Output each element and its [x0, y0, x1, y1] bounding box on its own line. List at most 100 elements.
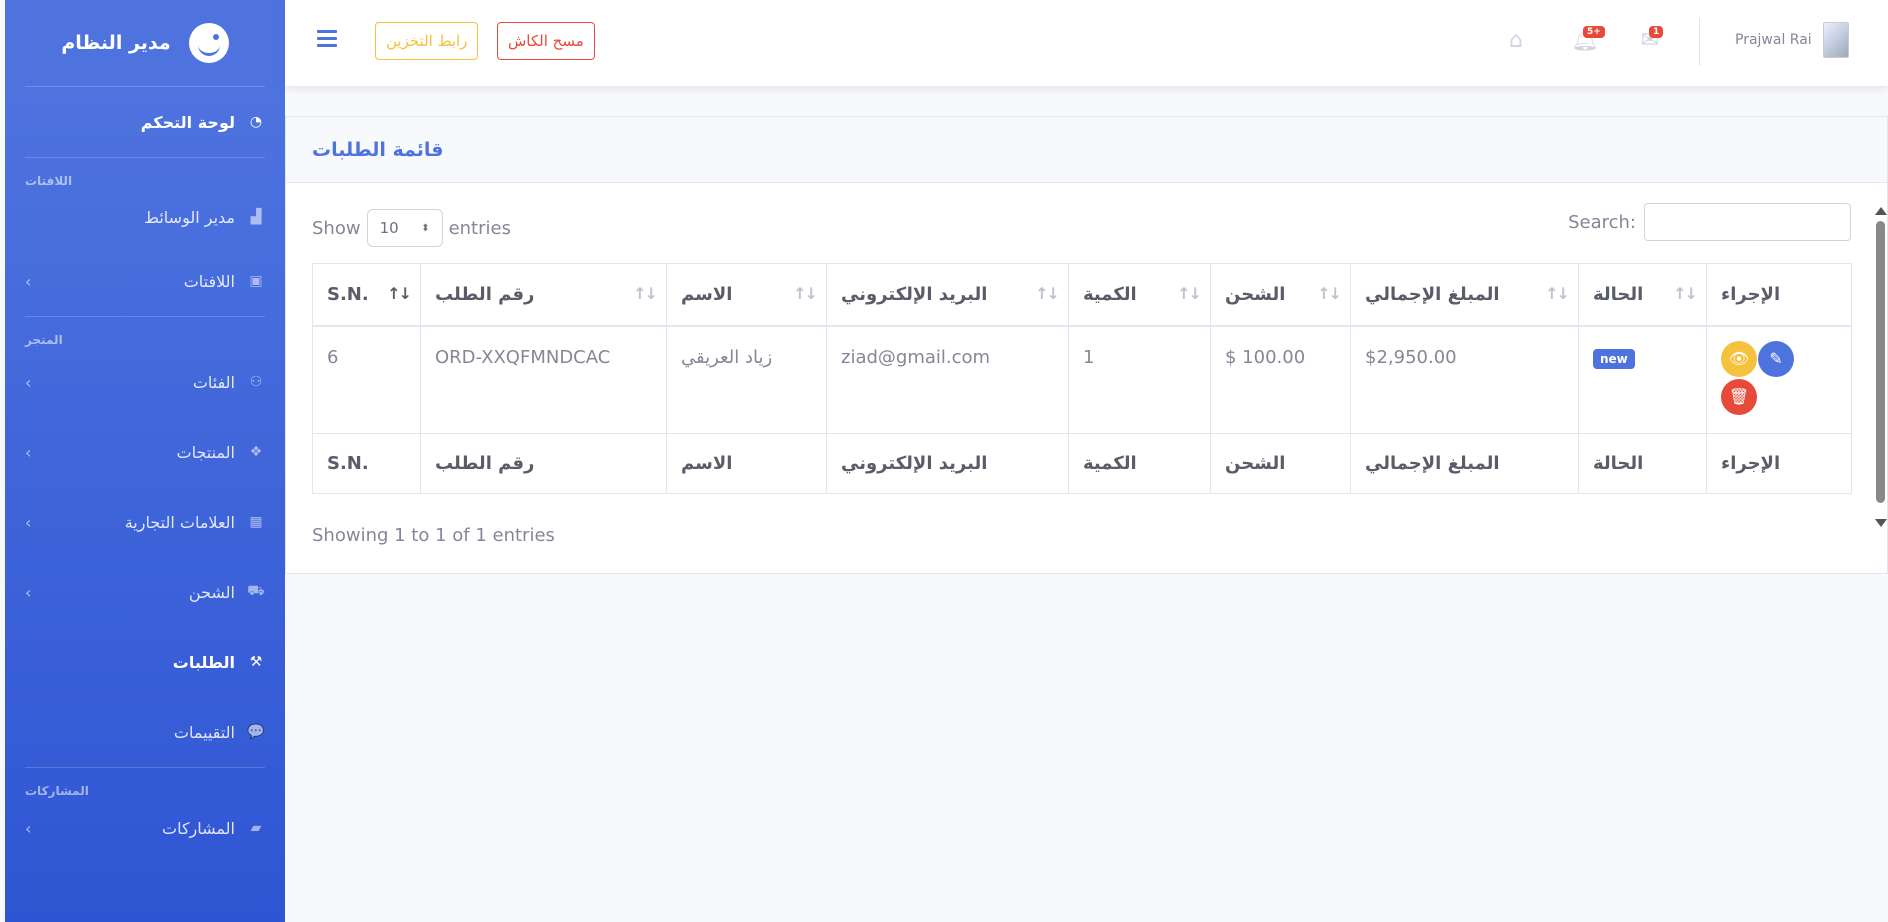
sort-icon: ↑↓: [387, 284, 412, 303]
eye-icon: 👁︎: [1728, 349, 1750, 368]
sidebar-item-posts[interactable]: ▰ المشاركات ›: [5, 798, 285, 858]
orders-card: قائمة الطلبات Show 10 ⬍ entries Search: …: [285, 116, 1888, 574]
col-header-shipping[interactable]: الشحن ↑↓: [1210, 263, 1351, 327]
footer-total: المبلغ الإجمالي: [1350, 433, 1579, 494]
edit-button[interactable]: ✎: [1758, 340, 1794, 377]
col-header-name[interactable]: الاسم ↑↓: [666, 263, 827, 327]
cell-status: new: [1578, 325, 1707, 434]
footer-shipping: الشحن: [1210, 433, 1351, 494]
envelope-icon[interactable]: ✉ 1: [1637, 26, 1664, 54]
home-icon[interactable]: ⌂: [1503, 28, 1529, 54]
chevron-right-icon: ›: [25, 512, 32, 532]
topbar: رابط التخزين مسح الكاش ⌂ 🔔︎ 5+ ✉ 1 Prajw…: [285, 0, 1888, 86]
user-name[interactable]: Prajwal Rai: [1735, 32, 1812, 48]
sidebar-item-label: الشحن: [188, 582, 235, 602]
cell-shipping: $ 100.00: [1210, 325, 1351, 434]
entries-label: entries: [448, 217, 511, 239]
hammer-icon: ⚒: [249, 654, 263, 670]
cell-sn: 6: [312, 325, 421, 434]
sidebar-item-categories[interactable]: ⚇ الفئات ›: [5, 347, 285, 417]
messages-count-badge: 1: [1649, 26, 1664, 38]
sidebar-heading-posts: المشاركات: [25, 784, 89, 798]
footer-sn: S.N.: [312, 433, 421, 494]
sidebar-item-label: الفئات: [192, 372, 235, 392]
chevron-right-icon: ›: [25, 442, 32, 462]
col-header-order-no[interactable]: رقم الطلب ↑↓: [420, 263, 667, 327]
cell-order-no: ORD-XXQFMNDCAC: [420, 325, 667, 434]
sidebar-item-label: العلامات التجارية: [124, 512, 235, 532]
delete-button[interactable]: 🗑︎: [1721, 378, 1757, 415]
image-icon: ▣: [249, 273, 263, 289]
table-info: Showing 1 to 1 of 1 entries: [312, 525, 555, 546]
cubes-icon: ❖: [249, 444, 263, 460]
search-label: Search:: [1568, 211, 1636, 233]
page-size-select[interactable]: 10 ⬍: [366, 209, 443, 247]
topbar-divider: [1699, 18, 1700, 66]
footer-email: البريد الإلكتروني: [826, 433, 1069, 494]
cell-actions: 👁︎ ✎ 🗑︎: [1706, 325, 1852, 434]
avatar[interactable]: [1823, 22, 1849, 58]
sidebar-item-label: اللافتات: [183, 271, 235, 291]
footer-status: الحالة: [1578, 433, 1707, 494]
sitemap-icon: ⚇: [249, 374, 263, 390]
trash-icon: 🗑︎: [1728, 387, 1750, 406]
sort-icon: ↑↓: [1177, 284, 1202, 303]
chevron-right-icon: ›: [25, 372, 32, 392]
col-header-sn[interactable]: S.N. ↑↓: [312, 263, 421, 327]
alerts-count-badge: 5+: [1583, 26, 1605, 38]
cell-total: $2,950.00: [1350, 325, 1579, 434]
clear-cache-button[interactable]: مسح الكاش: [497, 22, 595, 60]
col-header-email[interactable]: البريد الإلكتروني ↑↓: [826, 263, 1069, 327]
col-header-qty[interactable]: الكمية ↑↓: [1068, 263, 1211, 327]
col-header-actions: الإجراء: [1706, 263, 1852, 327]
scrollbar-thumb[interactable]: [1875, 221, 1885, 503]
chevron-right-icon: ›: [25, 818, 32, 838]
table-footer-row: S.N. رقم الطلب الاسم البريد الإلكتروني ا…: [312, 433, 1852, 494]
page-size-control: Show 10 ⬍ entries: [312, 209, 511, 247]
sidebar-heading-store: المتجر: [25, 333, 63, 347]
footer-order-no: رقم الطلب: [420, 433, 667, 494]
view-button[interactable]: 👁︎: [1721, 340, 1757, 377]
edit-icon: ✎: [1769, 349, 1783, 368]
sort-icon: ↑↓: [1035, 284, 1060, 303]
sidebar-item-label: المنتجات: [176, 442, 236, 462]
sidebar-item-label: مدير الوسائط: [144, 207, 235, 227]
sidebar-brand[interactable]: مدير النظام: [5, 0, 285, 86]
tachometer-icon: ◔: [249, 114, 263, 130]
sidebar: مدير النظام ◔ لوحة التحكم اللافتات ▟ مدي…: [5, 0, 285, 922]
sidebar-item-products[interactable]: ❖ المنتجات ›: [5, 417, 285, 487]
sidebar-item-orders[interactable]: ⚒ الطلبات: [5, 627, 285, 697]
laugh-wink-icon: [188, 23, 229, 63]
chevron-right-icon: ›: [25, 271, 32, 291]
sidebar-item-reviews[interactable]: 💬 التقييمات: [5, 697, 285, 767]
col-header-total[interactable]: المبلغ الإجمالي ↑↓: [1350, 263, 1579, 327]
sidebar-item-shipping[interactable]: ⛟ الشحن ›: [5, 557, 285, 627]
page-size-value: 10: [379, 219, 399, 237]
comments-icon: 💬: [247, 724, 265, 740]
status-badge: new: [1593, 348, 1635, 369]
orders-table: S.N. ↑↓ رقم الطلب ↑↓ الاسم ↑↓ البريد الإلكت…: [312, 263, 1852, 494]
sort-select-icon: ⬍: [421, 222, 430, 234]
bell-icon[interactable]: 🔔︎ 5+: [1571, 26, 1605, 54]
chart-area-icon: ▟: [250, 209, 262, 225]
table-scrollbar[interactable]: [1875, 207, 1887, 547]
sidebar-item-label: الطلبات: [172, 652, 235, 672]
sidebar-heading-banners: اللافتات: [25, 174, 73, 188]
search-control: Search:: [1568, 203, 1851, 241]
sidebar-item-label: التقييمات: [173, 722, 235, 742]
scroll-down-icon[interactable]: [1875, 519, 1887, 527]
search-input[interactable]: [1644, 203, 1851, 241]
col-header-status[interactable]: الحالة ↑↓: [1578, 263, 1707, 327]
sidebar-item-dashboard[interactable]: ◔ لوحة التحكم: [5, 87, 285, 157]
menu-toggle-icon[interactable]: [317, 30, 337, 48]
table-row: 6 ORD-XXQFMNDCAC زياد العريقي ziad@gmail…: [312, 325, 1852, 434]
card-title: قائمة الطلبات: [286, 117, 1887, 183]
table-header-row: S.N. ↑↓ رقم الطلب ↑↓ الاسم ↑↓ البريد الإلكت…: [312, 263, 1852, 327]
storage-link-button[interactable]: رابط التخزين: [375, 22, 479, 60]
sidebar-item-banners[interactable]: ▣ اللافتات ›: [5, 246, 285, 316]
sidebar-item-brands[interactable]: ▦ العلامات التجارية ›: [5, 487, 285, 557]
scroll-up-icon[interactable]: [1875, 207, 1887, 215]
sidebar-item-media[interactable]: ▟ مدير الوسائط: [5, 188, 285, 246]
cell-qty: 1: [1068, 325, 1211, 434]
sort-icon: ↑↓: [1317, 284, 1342, 303]
